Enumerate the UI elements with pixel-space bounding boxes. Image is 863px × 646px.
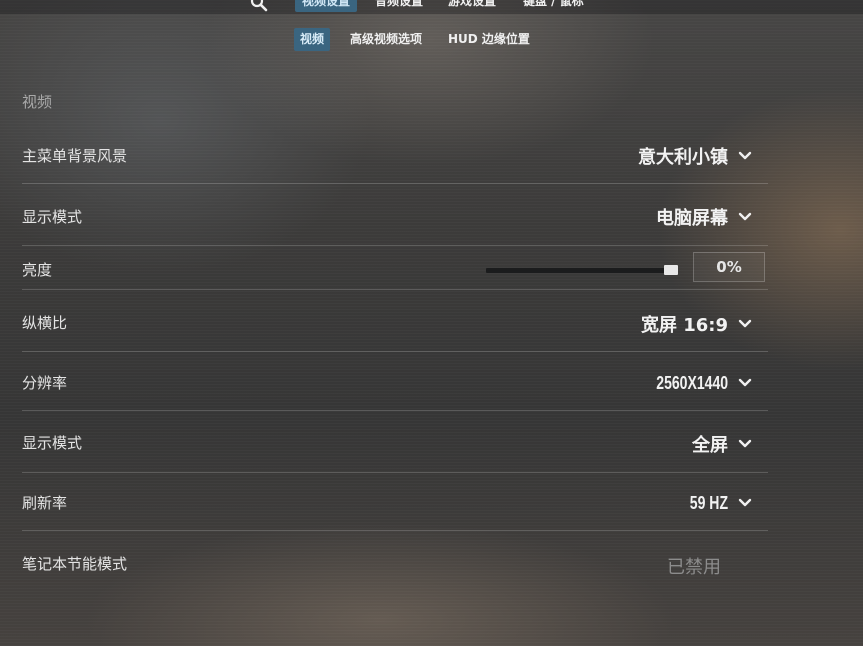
setting-label-aspect-ratio: 纵横比 <box>22 314 68 332</box>
setting-row-laptop-power-saving: 笔记本节能模式 已禁用 <box>22 550 768 580</box>
row-divider <box>22 530 768 531</box>
menu-background-dropdown[interactable]: 意大利小镇 <box>638 143 752 169</box>
brightness-value-input[interactable]: 0% <box>693 252 765 282</box>
tab-keyboard-mouse[interactable]: 键盘 / 鼠标 <box>516 0 591 12</box>
subtab-video[interactable]: 视频 <box>294 28 331 51</box>
chevron-down-icon <box>738 151 752 160</box>
subtab-hud-edge-position[interactable]: HUD 边缘位置 <box>442 28 536 51</box>
dropdown-value: 全屏 <box>692 435 728 456</box>
setting-label-resolution: 分辨率 <box>22 374 68 392</box>
setting-label-brightness: 亮度 <box>22 261 53 279</box>
top-nav-bar <box>0 0 863 14</box>
tab-game-settings[interactable]: 游戏设置 <box>441 0 503 12</box>
chevron-down-icon <box>738 378 752 387</box>
row-divider <box>22 289 768 290</box>
brightness-slider[interactable] <box>486 265 678 275</box>
setting-label-menu-background: 主菜单背景风景 <box>22 147 128 165</box>
dropdown-value: 宽屏 16:9 <box>640 315 728 336</box>
row-divider <box>22 410 768 411</box>
row-divider <box>22 183 768 184</box>
laptop-power-saving-value: 已禁用 <box>667 557 721 578</box>
tab-audio-settings[interactable]: 音频设置 <box>368 0 430 12</box>
search-icon[interactable] <box>250 0 268 12</box>
setting-row-brightness: 亮度 0% <box>22 252 768 282</box>
row-divider <box>22 245 768 246</box>
chevron-down-icon <box>738 212 752 221</box>
row-divider <box>22 351 768 352</box>
setting-row-aspect-ratio: 纵横比 宽屏 16:9 <box>22 309 768 339</box>
subtab-advanced-video[interactable]: 高级视频选项 <box>344 28 428 51</box>
display-mode-fullscreen-dropdown[interactable]: 全屏 <box>692 431 752 457</box>
chevron-down-icon <box>738 498 752 507</box>
setting-row-resolution: 分辨率 2560X1440 <box>22 369 768 399</box>
setting-row-display-mode-fullscreen: 显示模式 全屏 <box>22 430 768 460</box>
row-divider <box>22 472 768 473</box>
setting-label-laptop-power-saving: 笔记本节能模式 <box>22 555 128 573</box>
dropdown-value: 2560X1440 <box>656 372 728 393</box>
resolution-dropdown[interactable]: 2560X1440 <box>636 370 752 396</box>
dropdown-value: 意大利小镇 <box>638 147 728 168</box>
setting-label-display-mode: 显示模式 <box>22 434 83 452</box>
aspect-ratio-dropdown[interactable]: 宽屏 16:9 <box>641 311 752 337</box>
tab-video-settings[interactable]: 视频设置 <box>295 0 358 12</box>
display-mode-screen-dropdown[interactable]: 电脑屏幕 <box>656 204 752 230</box>
chevron-down-icon <box>738 319 752 328</box>
setting-row-display-mode-screen: 显示模式 电脑屏幕 <box>22 204 768 234</box>
setting-row-refresh-rate: 刷新率 59 HZ <box>22 489 768 519</box>
setting-row-menu-background: 主菜单背景风景 意大利小镇 <box>22 142 768 172</box>
chevron-down-icon <box>738 439 752 448</box>
dropdown-value: 59 HZ <box>689 492 728 513</box>
setting-label-refresh-rate: 刷新率 <box>22 494 68 512</box>
section-title: 视频 <box>22 93 53 111</box>
brightness-slider-thumb[interactable] <box>664 265 678 275</box>
setting-label-display-mode: 显示模式 <box>22 208 83 226</box>
dropdown-value: 电脑屏幕 <box>656 208 728 229</box>
refresh-rate-dropdown[interactable]: 59 HZ <box>679 490 752 516</box>
